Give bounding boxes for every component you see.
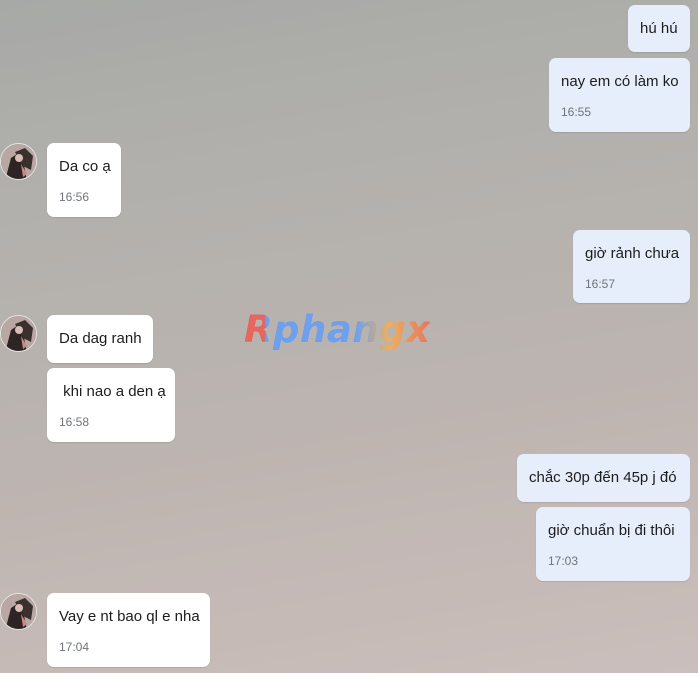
message-timestamp: 17:03: [548, 554, 579, 568]
watermark-logo: Rphangx: [244, 308, 431, 351]
message-timestamp: 16:55: [561, 105, 592, 119]
message-bubble-sent[interactable]: nay em có làm ko 16:55: [549, 58, 690, 132]
message-text: giờ rảnh chưa: [585, 245, 680, 262]
message-bubble-received[interactable]: Vay e nt bao ql e nha 17:04: [47, 593, 210, 667]
message-text: nay em có làm ko: [561, 73, 679, 90]
message-text: Da co ạ: [59, 158, 111, 175]
message-bubble-received[interactable]: Da co ạ 16:56: [47, 143, 121, 217]
message-bubble-received[interactable]: khi nao a den ạ 16:58: [47, 368, 175, 442]
message-timestamp: 16:56: [59, 190, 90, 204]
message-text: Da dag ranh: [59, 330, 142, 347]
message-text: Vay e nt bao ql e nha: [59, 608, 200, 625]
message-text: chắc 30p đến 45p j đó: [529, 469, 677, 486]
message-bubble-sent[interactable]: giờ chuẩn bị đi thôi 17:03: [536, 507, 690, 581]
message-timestamp: 16:57: [585, 277, 616, 291]
message-bubble-sent[interactable]: chắc 30p đến 45p j đó: [517, 454, 690, 502]
contact-avatar[interactable]: [0, 143, 37, 180]
message-timestamp: 16:58: [59, 415, 90, 429]
contact-avatar[interactable]: [0, 593, 37, 630]
message-bubble-sent[interactable]: hú hú: [628, 5, 690, 52]
message-text: giờ chuẩn bị đi thôi: [548, 522, 675, 539]
message-bubble-received[interactable]: Da dag ranh: [47, 315, 153, 363]
message-timestamp: 17:04: [59, 640, 90, 654]
message-text: khi nao a den ạ: [59, 383, 166, 400]
message-text: hú hú: [640, 20, 678, 37]
message-bubble-sent[interactable]: giờ rảnh chưa 16:57: [573, 230, 690, 303]
contact-avatar[interactable]: [0, 315, 37, 352]
